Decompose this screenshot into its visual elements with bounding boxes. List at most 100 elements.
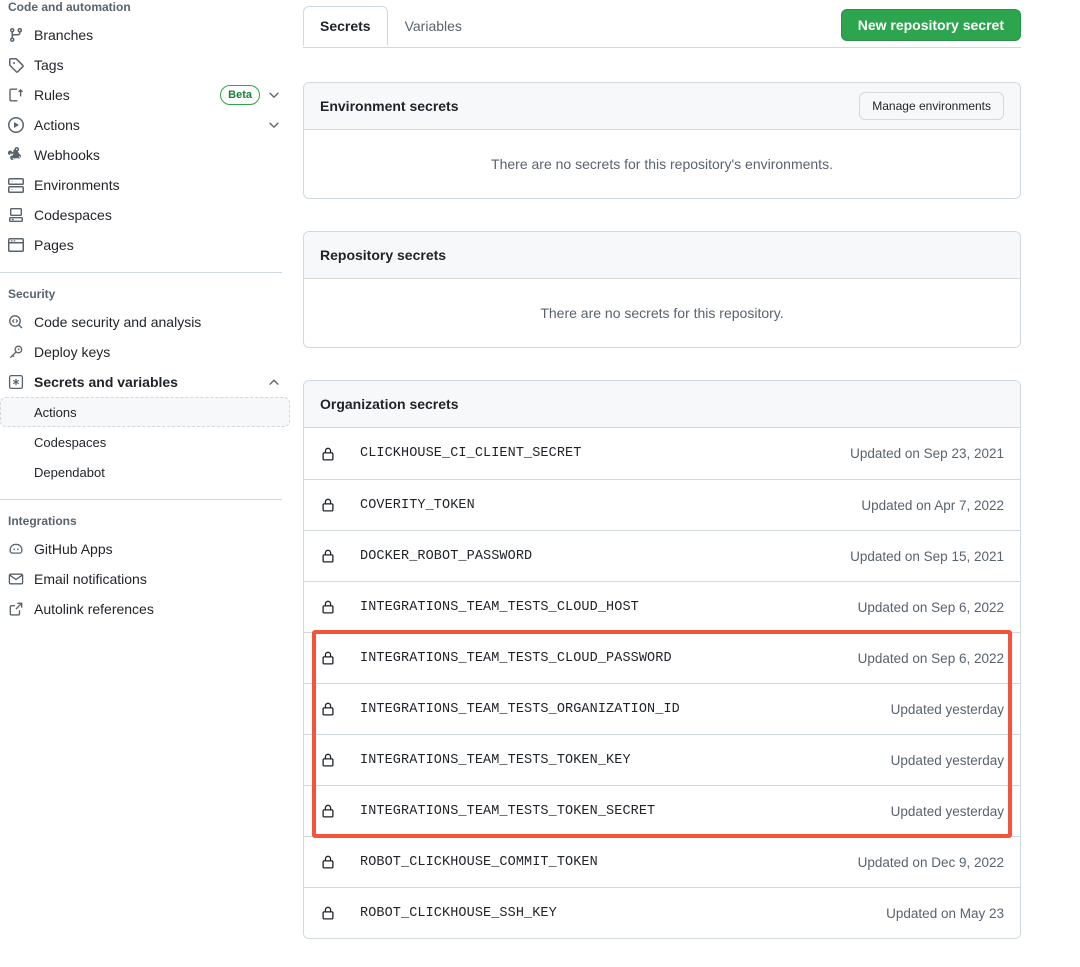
sidebar-item-actions[interactable]: Actions: [0, 110, 290, 140]
secret-name: INTEGRATIONS_TEAM_TESTS_CLOUD_HOST: [360, 600, 858, 615]
sidebar-subitem-label: Dependabot: [34, 465, 105, 480]
rules-icon: [8, 87, 24, 103]
chevron-down-icon[interactable]: [266, 117, 282, 133]
sidebar-item-webhooks[interactable]: Webhooks: [0, 140, 290, 170]
secret-updated-text: Updated yesterday: [891, 702, 1004, 717]
lock-icon: [320, 497, 336, 513]
lock-icon: [320, 548, 336, 564]
secret-row[interactable]: INTEGRATIONS_TEAM_TESTS_ORGANIZATION_IDU…: [304, 683, 1020, 734]
secret-row[interactable]: CLICKHOUSE_CI_CLIENT_SECRETUpdated on Se…: [304, 428, 1020, 479]
organization-secrets-header: Organization secrets: [304, 381, 1020, 428]
sidebar-item-codespaces[interactable]: Codespaces: [0, 200, 290, 230]
repository-secrets-title: Repository secrets: [320, 247, 446, 263]
new-repository-secret-button[interactable]: New repository secret: [841, 9, 1021, 41]
sidebar-item-label: Secrets and variables: [34, 374, 260, 390]
code-scan-icon: [8, 314, 24, 330]
sidebar-item-label: GitHub Apps: [34, 541, 282, 557]
beta-badge: Beta: [220, 85, 260, 105]
secret-name: COVERITY_TOKEN: [360, 498, 861, 513]
tab-variables[interactable]: Variables: [388, 6, 479, 46]
play-icon: [8, 117, 24, 133]
sidebar-item-label: Rules: [34, 87, 214, 103]
organization-secrets-title: Organization secrets: [320, 396, 459, 412]
asterisk-box-icon: [8, 374, 24, 390]
sidebar-section-title: Code and automation: [0, 0, 290, 14]
secret-row[interactable]: INTEGRATIONS_TEAM_TESTS_CLOUD_PASSWORDUp…: [304, 632, 1020, 683]
secret-name: ROBOT_CLICKHOUSE_COMMIT_TOKEN: [360, 855, 858, 870]
secret-row[interactable]: COVERITY_TOKENUpdated on Apr 7, 2022: [304, 479, 1020, 530]
lock-icon: [320, 701, 336, 717]
manage-environments-button[interactable]: Manage environments: [859, 92, 1004, 120]
sidebar-divider: [0, 272, 282, 273]
organization-secrets-panel: Organization secrets CLICKHOUSE_CI_CLIEN…: [303, 380, 1021, 939]
chevron-up-icon[interactable]: [266, 374, 282, 390]
tag-icon: [8, 57, 24, 73]
sidebar-item-branches[interactable]: Branches: [0, 20, 290, 50]
secret-row[interactable]: INTEGRATIONS_TEAM_TESTS_CLOUD_HOSTUpdate…: [304, 581, 1020, 632]
secret-updated-text: Updated on Sep 6, 2022: [858, 600, 1004, 615]
lock-icon: [320, 803, 336, 819]
sidebar-item-label: Environments: [34, 177, 282, 193]
secret-updated-text: Updated yesterday: [891, 753, 1004, 768]
sidebar-subitem-dependabot[interactable]: Dependabot: [0, 457, 290, 487]
lock-icon: [320, 752, 336, 768]
lock-icon: [320, 446, 336, 462]
sidebar-item-label: Codespaces: [34, 207, 282, 223]
chevron-down-icon[interactable]: [266, 87, 282, 103]
codespaces-icon: [8, 207, 24, 223]
lock-icon: [320, 599, 336, 615]
sidebar-divider: [0, 499, 282, 500]
secret-name: ROBOT_CLICKHOUSE_SSH_KEY: [360, 906, 886, 921]
sidebar-item-label: Branches: [34, 27, 282, 43]
webhook-icon: [8, 147, 24, 163]
secret-name: DOCKER_ROBOT_PASSWORD: [360, 549, 850, 564]
github-apps-icon: [8, 541, 24, 557]
sidebar-item-pages[interactable]: Pages: [0, 230, 290, 260]
sidebar-item-label: Autolink references: [34, 601, 282, 617]
main-content: Secrets Variables New repository secret …: [303, 0, 1021, 939]
secret-updated-text: Updated on May 23: [886, 906, 1004, 921]
secret-row[interactable]: INTEGRATIONS_TEAM_TESTS_TOKEN_KEYUpdated…: [304, 734, 1020, 785]
secret-row[interactable]: ROBOT_CLICKHOUSE_SSH_KEYUpdated on May 2…: [304, 887, 1020, 938]
sidebar-item-label: Code security and analysis: [34, 314, 282, 330]
sidebar-item-autolink-references[interactable]: Autolink references: [0, 594, 290, 624]
secret-updated-text: Updated on Sep 15, 2021: [850, 549, 1004, 564]
sidebar-section-title: Security: [0, 287, 290, 301]
browser-icon: [8, 237, 24, 253]
secret-row[interactable]: INTEGRATIONS_TEAM_TESTS_TOKEN_SECRETUpda…: [304, 785, 1020, 836]
sidebar-item-secrets-and-variables[interactable]: Secrets and variables: [0, 367, 290, 397]
sidebar-item-label: Pages: [34, 237, 282, 253]
settings-sidebar: Code and automation Branches Tags Rules Beta…: [0, 0, 290, 624]
key-icon: [8, 344, 24, 360]
secret-row[interactable]: ROBOT_CLICKHOUSE_COMMIT_TOKENUpdated on …: [304, 836, 1020, 887]
repository-secrets-empty-text: There are no secrets for this repository…: [304, 279, 1020, 347]
environment-secrets-title: Environment secrets: [320, 98, 459, 114]
secret-name: CLICKHOUSE_CI_CLIENT_SECRET: [360, 446, 850, 461]
secrets-variables-tabbar: Secrets Variables New repository secret: [303, 0, 1021, 48]
git-branch-icon: [8, 27, 24, 43]
secret-name: INTEGRATIONS_TEAM_TESTS_ORGANIZATION_ID: [360, 702, 891, 717]
sidebar-item-label: Tags: [34, 57, 282, 73]
sidebar-subitem-actions[interactable]: Actions: [0, 397, 290, 427]
secret-updated-text: Updated on Sep 23, 2021: [850, 446, 1004, 461]
sidebar-section-title: Integrations: [0, 514, 290, 528]
sidebar-item-rules[interactable]: Rules Beta: [0, 80, 290, 110]
secret-row[interactable]: DOCKER_ROBOT_PASSWORDUpdated on Sep 15, …: [304, 530, 1020, 581]
organization-secrets-list: CLICKHOUSE_CI_CLIENT_SECRETUpdated on Se…: [304, 428, 1020, 938]
sidebar-subitem-codespaces[interactable]: Codespaces: [0, 427, 290, 457]
secret-name: INTEGRATIONS_TEAM_TESTS_TOKEN_SECRET: [360, 804, 891, 819]
sidebar-item-email-notifications[interactable]: Email notifications: [0, 564, 290, 594]
sidebar-item-label: Email notifications: [34, 571, 282, 587]
sidebar-item-environments[interactable]: Environments: [0, 170, 290, 200]
secret-updated-text: Updated on Sep 6, 2022: [858, 651, 1004, 666]
link-external-icon: [8, 601, 24, 617]
secret-updated-text: Updated yesterday: [891, 804, 1004, 819]
sidebar-item-code-security-and-analysis[interactable]: Code security and analysis: [0, 307, 290, 337]
tab-secrets[interactable]: Secrets: [303, 6, 388, 46]
sidebar-item-github-apps[interactable]: GitHub Apps: [0, 534, 290, 564]
environment-secrets-header: Environment secrets Manage environments: [304, 83, 1020, 130]
sidebar-item-deploy-keys[interactable]: Deploy keys: [0, 337, 290, 367]
sidebar-subitem-label: Actions: [34, 405, 77, 420]
environment-secrets-panel: Environment secrets Manage environments …: [303, 82, 1021, 199]
sidebar-item-tags[interactable]: Tags: [0, 50, 290, 80]
